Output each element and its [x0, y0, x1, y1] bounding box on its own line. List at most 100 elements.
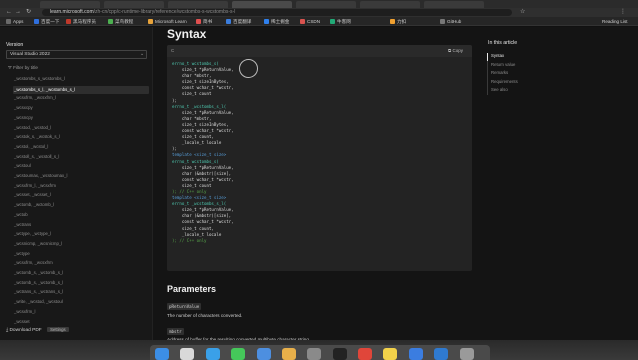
terminal-icon[interactable]	[332, 348, 347, 360]
sidebar-item[interactable]: _wctrans_s, _wctrans_s_l	[14, 289, 63, 294]
back-icon[interactable]: ←	[6, 9, 12, 16]
sidebar-item[interactable]: _write, _wcstod, _wcstoul	[14, 299, 63, 304]
browser-tab[interactable]	[296, 1, 356, 8]
browser-tab[interactable]	[424, 1, 484, 8]
bookmark-favicon-icon	[108, 19, 113, 24]
bookmark-label: Microsoft Learn	[155, 19, 187, 24]
finder-icon[interactable]	[155, 348, 169, 360]
sidebar-item[interactable]: _wcsset, _wcsset_l	[14, 192, 51, 197]
sidebar-item[interactable]: _wctomb_s, _wctomb_s_l	[14, 270, 63, 275]
menu-icon[interactable]: ⋮	[620, 9, 626, 16]
sidebar-item[interactable]: _wcstombs_s_wcstombs_l	[14, 76, 65, 81]
bookmark-favicon-icon	[66, 19, 71, 24]
reload-icon[interactable]: ↻	[26, 9, 31, 16]
toc-rail-active	[487, 53, 488, 61]
copy-button[interactable]: ⧉ Copy	[448, 48, 463, 53]
reading-list-button[interactable]: Reading List	[602, 18, 628, 25]
settings-icon[interactable]	[307, 348, 322, 360]
star-icon[interactable]: ☆	[520, 9, 525, 16]
sidebar-item[interactable]: _wcstok_s, _wcstok_s_l	[14, 134, 60, 139]
code-content: errno_t wcstombs_s( size_t *pReturnValue…	[172, 61, 234, 244]
browser-tab[interactable]	[360, 1, 420, 8]
photos-icon[interactable]	[281, 348, 296, 360]
bookmark-item[interactable]: 牛客网	[330, 18, 351, 25]
bookmark-label: 黑马程序员	[73, 19, 96, 24]
sidebar-item[interactable]: _wctype, _wctype_l	[14, 231, 51, 236]
filter-placeholder: Filter by title	[13, 65, 38, 70]
sidebar-item[interactable]: _wcstoll_s, _wcstoll_s_l	[14, 154, 59, 159]
param-name: pReturnValue	[167, 303, 202, 310]
sidebar-item[interactable]: _wctrans	[14, 222, 31, 227]
sidebar-item[interactable]: _wcsxcpy	[14, 105, 33, 110]
sidebar-item[interactable]: _wctomb_s, _wctomb_s_l	[14, 280, 63, 285]
bookmark-item[interactable]: Microsoft Learn	[148, 18, 187, 25]
launchpad-icon[interactable]	[180, 348, 195, 360]
chrome-icon[interactable]	[358, 348, 373, 360]
copy-label: Copy	[452, 48, 463, 53]
toc-link[interactable]: Requirements	[491, 79, 518, 84]
bookmark-favicon-icon	[6, 19, 11, 24]
sidebar-item[interactable]: _wctype	[14, 251, 30, 256]
download-pdf-button[interactable]: ⤓ Download PDF Settings	[6, 327, 69, 333]
bookmark-item[interactable]: 黑马程序员	[66, 18, 96, 25]
browser-tab[interactable]	[168, 1, 228, 8]
code-header	[167, 45, 472, 57]
code-language-label: C	[171, 48, 175, 53]
bookmark-item[interactable]: Apps	[6, 18, 23, 25]
version-label: Version	[6, 42, 24, 48]
sidebar-item-active[interactable]: _wcstombs_s_l, _wcstombs_s_l	[13, 85, 149, 94]
bookmark-label: 简书	[203, 19, 213, 24]
sidebar-item[interactable]: _wcstoul	[14, 163, 31, 168]
sidebar-item[interactable]: _wcstol, _wcstol_l	[14, 144, 48, 149]
bookmark-item[interactable]: 百度一下	[34, 18, 59, 25]
sidebar-item[interactable]: _wcsnicmp, _wcsnicmp_l	[14, 241, 62, 246]
mail-icon[interactable]	[256, 348, 271, 360]
bookmark-item[interactable]: 稀土掘金	[264, 18, 289, 25]
code-line: errno_t _wcstombs_s_l(	[172, 103, 227, 109]
parameters-heading: Parameters	[167, 284, 217, 294]
messages-icon[interactable]	[231, 348, 246, 360]
bookmark-item[interactable]: GitHub	[440, 18, 461, 25]
toc-link[interactable]: See also	[491, 87, 508, 92]
toc-link[interactable]: Return value	[491, 62, 515, 67]
bookmark-item[interactable]: 简书	[196, 18, 212, 25]
sidebar-item[interactable]: _wcsset	[14, 319, 30, 324]
bookmark-favicon-icon	[390, 19, 395, 24]
browser-tab[interactable]	[40, 1, 100, 8]
filter-input[interactable]: ⛛ Filter by title	[8, 65, 38, 70]
bookmark-label: 稀土掘金	[271, 19, 290, 24]
browser-tab-strip	[0, 0, 638, 8]
browser-tab-active[interactable]	[232, 1, 292, 8]
chevron-down-icon: ⌄	[140, 51, 145, 57]
toc-link[interactable]: Remarks	[491, 70, 508, 75]
bookmark-label: 力扣	[397, 19, 407, 24]
xcode-icon[interactable]	[408, 348, 423, 360]
forward-icon[interactable]: →	[15, 9, 21, 16]
download-pill[interactable]: Settings	[47, 327, 69, 332]
bookmark-favicon-icon	[440, 19, 445, 24]
sidebar-item[interactable]: _wcsncpy	[14, 115, 33, 120]
sidebar-item[interactable]: _wcsxfrm, _wcsxfrm_l	[14, 95, 56, 100]
toc-link[interactable]: Syntax	[491, 53, 504, 58]
bookmark-label: 百度一下	[41, 19, 60, 24]
bookmark-item[interactable]: 百度翻译	[226, 18, 251, 25]
code-line: template <size_t size>	[172, 152, 227, 158]
bookmark-item[interactable]: 力扣	[390, 18, 406, 25]
sidebar-item[interactable]: _wcsxfrm_l	[14, 309, 36, 314]
toc-title: In this article	[488, 40, 518, 46]
sidebar-item[interactable]: _wcstoumax, _wcstoumax_l	[14, 173, 68, 178]
param-description: The number of characters converted.	[167, 313, 243, 318]
bookmark-label: 百度翻译	[233, 19, 252, 24]
sidebar-item[interactable]: _wcstod, _wcstod_l	[14, 125, 51, 130]
vscode-icon[interactable]	[434, 348, 449, 360]
browser-tab[interactable]	[104, 1, 164, 8]
trash-icon[interactable]	[459, 348, 474, 360]
notes-icon[interactable]	[383, 348, 398, 360]
bookmark-item[interactable]: CSDN	[300, 18, 320, 25]
sidebar-item[interactable]: _wctomb, _wctomb_l	[14, 202, 54, 207]
safari-icon[interactable]	[205, 348, 220, 360]
sidebar-item[interactable]: _wcsxfrm, _wcsxfrm	[14, 260, 53, 265]
bookmark-item[interactable]: 菜鸟教程	[108, 18, 133, 25]
sidebar-item[interactable]: _wctob	[14, 212, 28, 217]
sidebar-item[interactable]: _wcsxfrm_l, _wcsxfrm	[14, 183, 56, 188]
